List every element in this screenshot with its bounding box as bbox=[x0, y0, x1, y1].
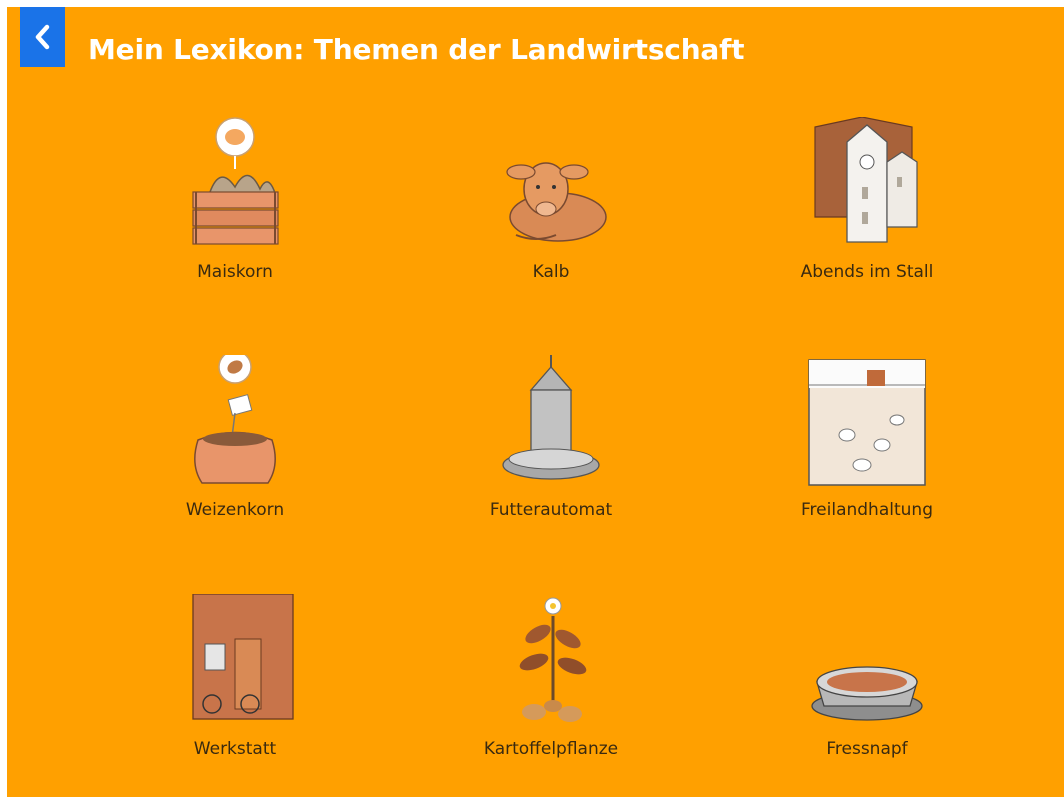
barn-evening-icon bbox=[792, 117, 942, 252]
topic-label: Futterautomat bbox=[489, 500, 613, 520]
topic-label: Kartoffelpflanze bbox=[483, 739, 619, 759]
topic-label: Fressnapf bbox=[826, 739, 908, 759]
topic-label: Maiskorn bbox=[197, 262, 273, 282]
topic-tile-kartoffelpflanze[interactable]: Kartoffelpflanze bbox=[431, 594, 671, 794]
topic-tile-kalb[interactable]: Kalb bbox=[431, 117, 671, 317]
topic-tile-werkstatt[interactable]: Werkstatt bbox=[115, 594, 355, 794]
topic-label: Kalb bbox=[532, 262, 570, 282]
topic-label: Abends im Stall bbox=[800, 262, 934, 282]
calf-icon bbox=[476, 117, 626, 252]
topic-label: Werkstatt bbox=[193, 739, 277, 759]
feeder-icon bbox=[476, 355, 626, 490]
topic-tile-futterautomat[interactable]: Futterautomat bbox=[431, 355, 671, 555]
app-frame: Mein Lexikon: Themen der Landwirtschaft … bbox=[7, 7, 1064, 797]
topic-label: Freilandhaltung bbox=[801, 500, 933, 520]
wheat-sack-icon bbox=[160, 355, 310, 490]
topic-tile-fressnapf[interactable]: Fressnapf bbox=[747, 594, 987, 794]
topic-tile-maiskorn[interactable]: Maiskorn bbox=[115, 117, 355, 317]
topic-tile-weizenkorn[interactable]: Weizenkorn bbox=[115, 355, 355, 555]
chevron-left-icon bbox=[35, 24, 49, 50]
page-title: Mein Lexikon: Themen der Landwirtschaft bbox=[88, 33, 745, 66]
food-bowl-icon bbox=[792, 594, 942, 729]
corn-crate-icon bbox=[160, 117, 310, 252]
workshop-icon bbox=[160, 594, 310, 729]
back-button[interactable] bbox=[20, 7, 65, 67]
topic-tile-abends-im-stall[interactable]: Abends im Stall bbox=[747, 117, 987, 317]
topic-tile-freilandhaltung[interactable]: Freilandhaltung bbox=[747, 355, 987, 555]
potato-plant-icon bbox=[476, 594, 626, 729]
topic-label: Weizenkorn bbox=[185, 500, 285, 520]
free-range-chickens-icon bbox=[792, 355, 942, 490]
